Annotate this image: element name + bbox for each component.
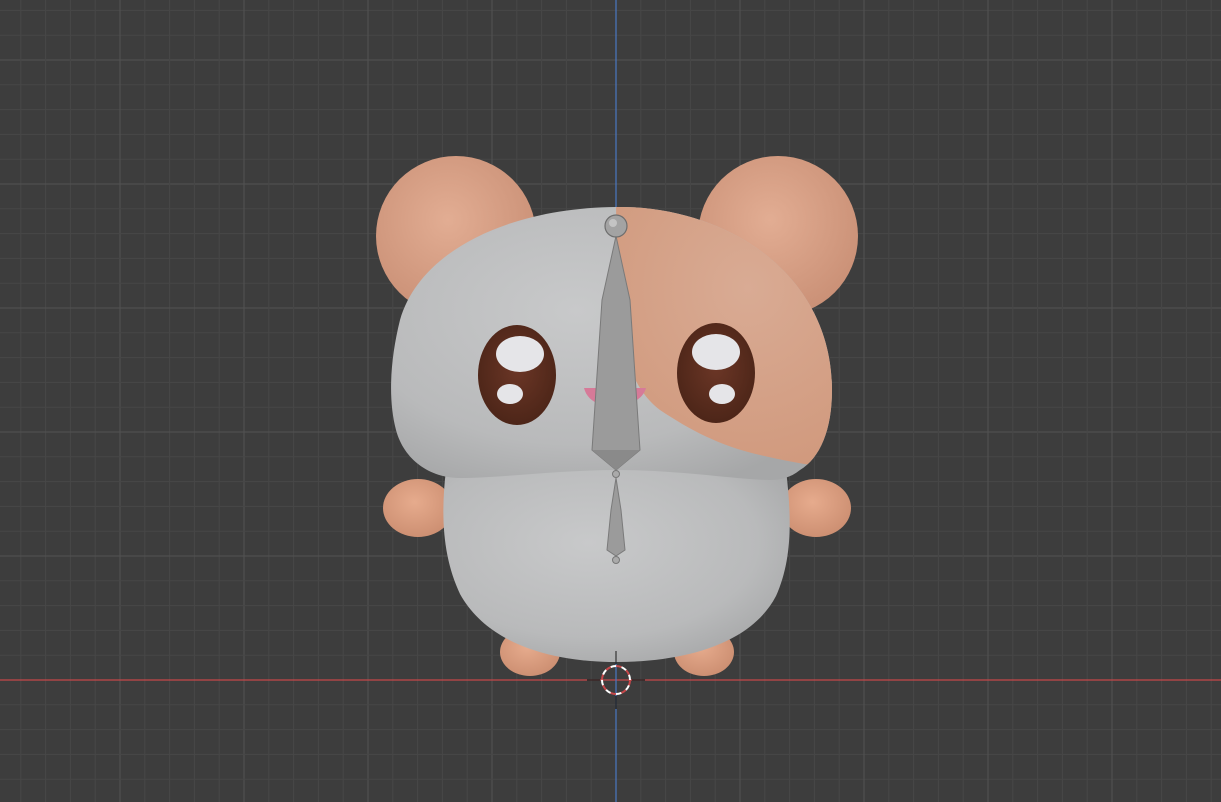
right-arm — [781, 479, 851, 537]
left-arm — [383, 479, 453, 537]
3d-viewport[interactable] — [0, 0, 1221, 802]
left-eye — [478, 325, 556, 425]
right-eye — [677, 323, 755, 423]
viewport-canvas[interactable] — [0, 0, 1221, 802]
